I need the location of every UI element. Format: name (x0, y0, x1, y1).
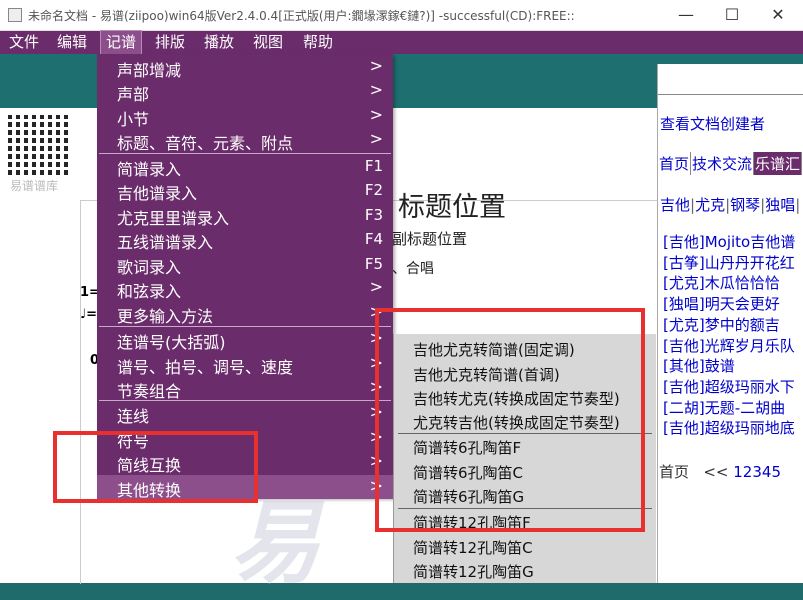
cat-piano[interactable]: 钢琴 (730, 196, 760, 214)
song-hint: 、合唱 (392, 261, 434, 277)
title-bar: 未命名文档 - 易谱(ziipoo)win64版Ver2.4.0.4[正式版(用… (0, 0, 803, 31)
pager-first[interactable]: 首页 (659, 463, 689, 481)
cat-ukulele[interactable]: 尤克 (695, 196, 725, 214)
list-item[interactable]: [吉他]Mojito吉他谱 (663, 232, 795, 253)
list-item[interactable]: [二胡]无题-二胡曲 (663, 398, 795, 419)
menu-item-ukulele-input[interactable]: 尤克里里谱录入 F3 (97, 203, 393, 228)
pager: 首页 << 12345 (659, 461, 781, 482)
menu-item-staff-input[interactable]: 五线谱谱录入 F4 (97, 227, 393, 252)
pager-page-3[interactable]: 3 (752, 463, 762, 481)
list-item[interactable]: [吉他]超级玛丽水下 (663, 377, 795, 398)
menu-view[interactable]: 视图 (248, 31, 288, 54)
pager-prev[interactable]: << (703, 463, 728, 481)
menu-item-clef-time-key[interactable]: 谱号、拍号、调号、速度 > (97, 352, 393, 377)
maximize-button[interactable]: ☐ (709, 0, 755, 30)
menu-help[interactable]: 帮助 (298, 31, 338, 54)
menu-file[interactable]: 文件 (4, 31, 44, 54)
menu-item-brace[interactable]: 连谱号(大括弧) > (97, 327, 393, 352)
category-links: 吉他|尤克|钢琴|独唱| (660, 196, 801, 214)
chevron-right-icon: > (369, 277, 383, 296)
nav-scores[interactable]: 乐谱汇 (754, 152, 803, 175)
side-panel: 查看文档创建者 首页 技术交流 乐谱汇 吉他|尤克|钢琴|独唱| [吉他]Mojit… (657, 64, 803, 583)
app-icon (8, 8, 22, 22)
list-item[interactable]: [古筝]山丹丹开花红 (663, 253, 795, 274)
menu-bar: 文件 编辑 记谱 排版 播放 视图 帮助 (0, 30, 803, 55)
list-item[interactable]: [吉他]超级玛丽地底 (663, 418, 795, 439)
side-nav: 首页 技术交流 乐谱汇 (658, 152, 803, 175)
chevron-right-icon: > (369, 105, 383, 124)
view-creator-link[interactable]: 查看文档创建者 (660, 113, 765, 134)
nav-tech[interactable]: 技术交流 (691, 152, 755, 175)
pager-page-1[interactable]: 1 (733, 463, 743, 481)
list-item[interactable]: [其他]鼓谱 (663, 356, 795, 377)
pager-page-2[interactable]: 2 (743, 463, 753, 481)
submenu-ocarina12-g[interactable]: 简谱转12孔陶笛G (394, 558, 656, 582)
menu-item-jianpu-input[interactable]: 简谱录入 F1 (97, 154, 393, 179)
nav-home[interactable]: 首页 (658, 152, 692, 175)
highlight-box-submenu (375, 308, 645, 532)
list-item[interactable]: [吉他]光辉岁月乐队 (663, 336, 795, 357)
menu-item-lyrics-input[interactable]: 歌词录入 F5 (97, 252, 393, 277)
list-item[interactable]: [尤克]梦中的额吉 (663, 315, 795, 336)
menu-item-guitar-input[interactable]: 吉他谱录入 F2 (97, 178, 393, 203)
chevron-right-icon: > (369, 56, 383, 75)
list-item[interactable]: [尤克]木瓜恰恰恰 (663, 273, 795, 294)
list-item[interactable]: [独唱]明天会更好 (663, 294, 795, 315)
pager-page-5[interactable]: 5 (771, 463, 781, 481)
pager-page-4[interactable]: 4 (762, 463, 772, 481)
menu-notation[interactable]: 记谱 (99, 30, 143, 55)
menu-item-voice[interactable]: 声部 > (97, 79, 393, 104)
song-list: [吉他]Mojito吉他谱 [古筝]山丹丹开花红 [尤克]木瓜恰恰恰 [独唱]明… (663, 232, 795, 439)
tempo-mark: ♩= (80, 307, 98, 322)
song-subtitle[interactable]: 副标题位置 (392, 228, 467, 249)
menu-item-more-input[interactable]: 更多输入方法 > (97, 301, 393, 326)
menu-item-voice-add[interactable]: 声部增减 > (97, 55, 393, 80)
menu-item-rhythm[interactable]: 节奏组合 > (97, 376, 393, 401)
menu-play[interactable]: 播放 (199, 31, 239, 54)
window-title: 未命名文档 - 易谱(ziipoo)win64版Ver2.4.0.4[正式版(用… (28, 9, 575, 23)
submenu-ocarina12-c[interactable]: 简谱转12孔陶笛C (394, 534, 656, 558)
menu-item-tie[interactable]: 连线 > (97, 401, 393, 426)
cat-solo[interactable]: 独唱 (765, 196, 795, 214)
close-button[interactable]: ✕ (755, 0, 801, 30)
menu-item-measure[interactable]: 小节 > (97, 104, 393, 129)
chevron-right-icon: > (369, 129, 383, 148)
menu-item-chord-input[interactable]: 和弦录入 > (97, 276, 393, 301)
highlight-box-menu (53, 431, 258, 503)
menu-item-title-notes[interactable]: 标题、音符、元素、附点 > (97, 128, 393, 153)
qr-code-pattern (8, 115, 68, 175)
chevron-right-icon: > (369, 80, 383, 99)
minimize-button[interactable]: — (663, 0, 709, 30)
side-panel-header (658, 64, 803, 95)
menu-layout[interactable]: 排版 (150, 31, 190, 54)
logo-label: 易谱谱库 (10, 179, 59, 193)
menu-edit[interactable]: 编辑 (52, 31, 92, 54)
song-title[interactable]: 标题位置 (398, 185, 506, 224)
cat-guitar[interactable]: 吉他 (660, 196, 690, 214)
